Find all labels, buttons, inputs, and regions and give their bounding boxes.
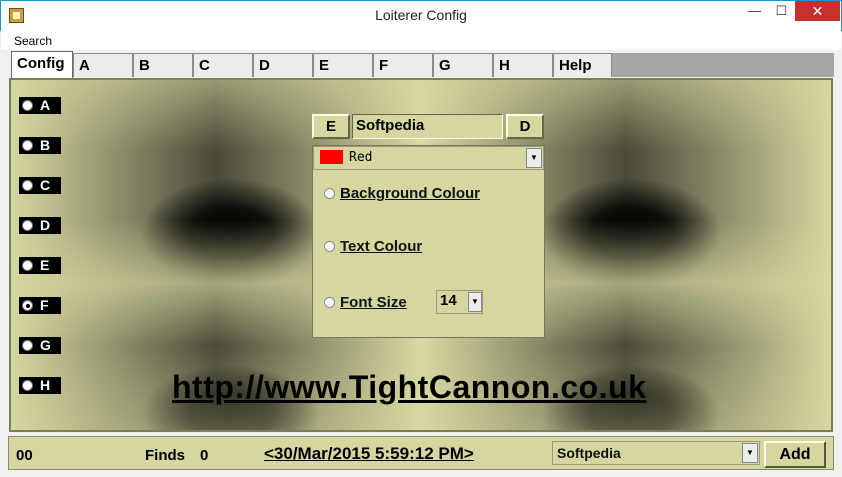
tab-h[interactable]: H: [493, 53, 553, 77]
add-button[interactable]: Add: [764, 441, 826, 468]
tab-g[interactable]: G: [433, 53, 493, 77]
colour-swatch: [320, 150, 343, 164]
e-button[interactable]: E: [312, 114, 350, 139]
option-label: Text Colour: [340, 238, 423, 255]
chevron-down-icon[interactable]: ▼: [468, 292, 482, 312]
option-label: Background Colour: [340, 185, 481, 202]
radio-dot: [324, 296, 335, 308]
option-background-colour[interactable]: Background Colour: [324, 185, 480, 202]
datetime-link[interactable]: <30/Mar/2015 5:59:12 PM>: [264, 444, 474, 464]
radio-label: D: [40, 217, 51, 233]
tab-a[interactable]: A: [73, 53, 133, 77]
chevron-down-icon[interactable]: ▼: [526, 148, 542, 168]
radio-label: E: [40, 257, 50, 273]
radio-dot: [22, 100, 33, 111]
radio-dot: [324, 240, 335, 252]
radio-dot-selected: [22, 300, 33, 311]
radio-label: C: [40, 177, 51, 193]
tab-d[interactable]: D: [253, 53, 313, 77]
radio-dot: [22, 180, 33, 191]
d-button[interactable]: D: [506, 114, 544, 139]
radio-c[interactable]: C: [19, 177, 61, 194]
menu-bar: [1, 31, 841, 50]
radio-dot: [22, 140, 33, 151]
colour-value: Red: [349, 150, 373, 165]
name-field[interactable]: Softpedia: [352, 114, 503, 139]
colour-dropdown[interactable]: [313, 146, 544, 170]
website-link[interactable]: http://www.TightCannon.co.uk: [172, 369, 646, 406]
radio-label: H: [40, 377, 51, 393]
radio-f[interactable]: F: [19, 297, 61, 314]
radio-dot: [324, 187, 335, 199]
menu-search[interactable]: Search: [14, 34, 52, 48]
radio-label: A: [40, 97, 51, 113]
option-text-colour[interactable]: Text Colour: [324, 238, 422, 255]
tab-c[interactable]: C: [193, 53, 253, 77]
radio-g[interactable]: G: [19, 337, 61, 354]
radio-a[interactable]: A: [19, 97, 61, 114]
maximize-button[interactable]: ☐: [768, 1, 795, 21]
radio-b[interactable]: B: [19, 137, 61, 154]
font-size-value: 14: [440, 292, 457, 309]
radio-label: F: [40, 297, 49, 313]
radio-dot: [22, 340, 33, 351]
radio-e[interactable]: E: [19, 257, 61, 274]
option-font-size[interactable]: Font Size: [324, 294, 407, 311]
finds-count: 0: [200, 447, 209, 464]
tab-help[interactable]: Help: [553, 53, 612, 77]
radio-dot: [22, 220, 33, 231]
tab-b[interactable]: B: [133, 53, 193, 77]
tab-f[interactable]: F: [373, 53, 433, 77]
chevron-down-icon[interactable]: ▼: [742, 443, 758, 463]
close-button[interactable]: ✕: [795, 1, 840, 21]
tab-config[interactable]: Config: [11, 51, 73, 78]
site-value: Softpedia: [557, 445, 621, 461]
minimize-button[interactable]: —: [741, 1, 768, 21]
radio-label: B: [40, 137, 51, 153]
radio-h[interactable]: H: [19, 377, 61, 394]
option-label: Font Size: [340, 294, 407, 311]
counter: 00: [16, 447, 33, 464]
tab-e[interactable]: E: [313, 53, 373, 77]
radio-dot: [22, 380, 33, 391]
radio-label: G: [40, 337, 51, 353]
tab-strip-filler: [612, 53, 834, 77]
radio-dot: [22, 260, 33, 271]
finds-label: Finds: [145, 447, 185, 464]
radio-d[interactable]: D: [19, 217, 61, 234]
window-title: Loiterer Config: [375, 7, 467, 23]
